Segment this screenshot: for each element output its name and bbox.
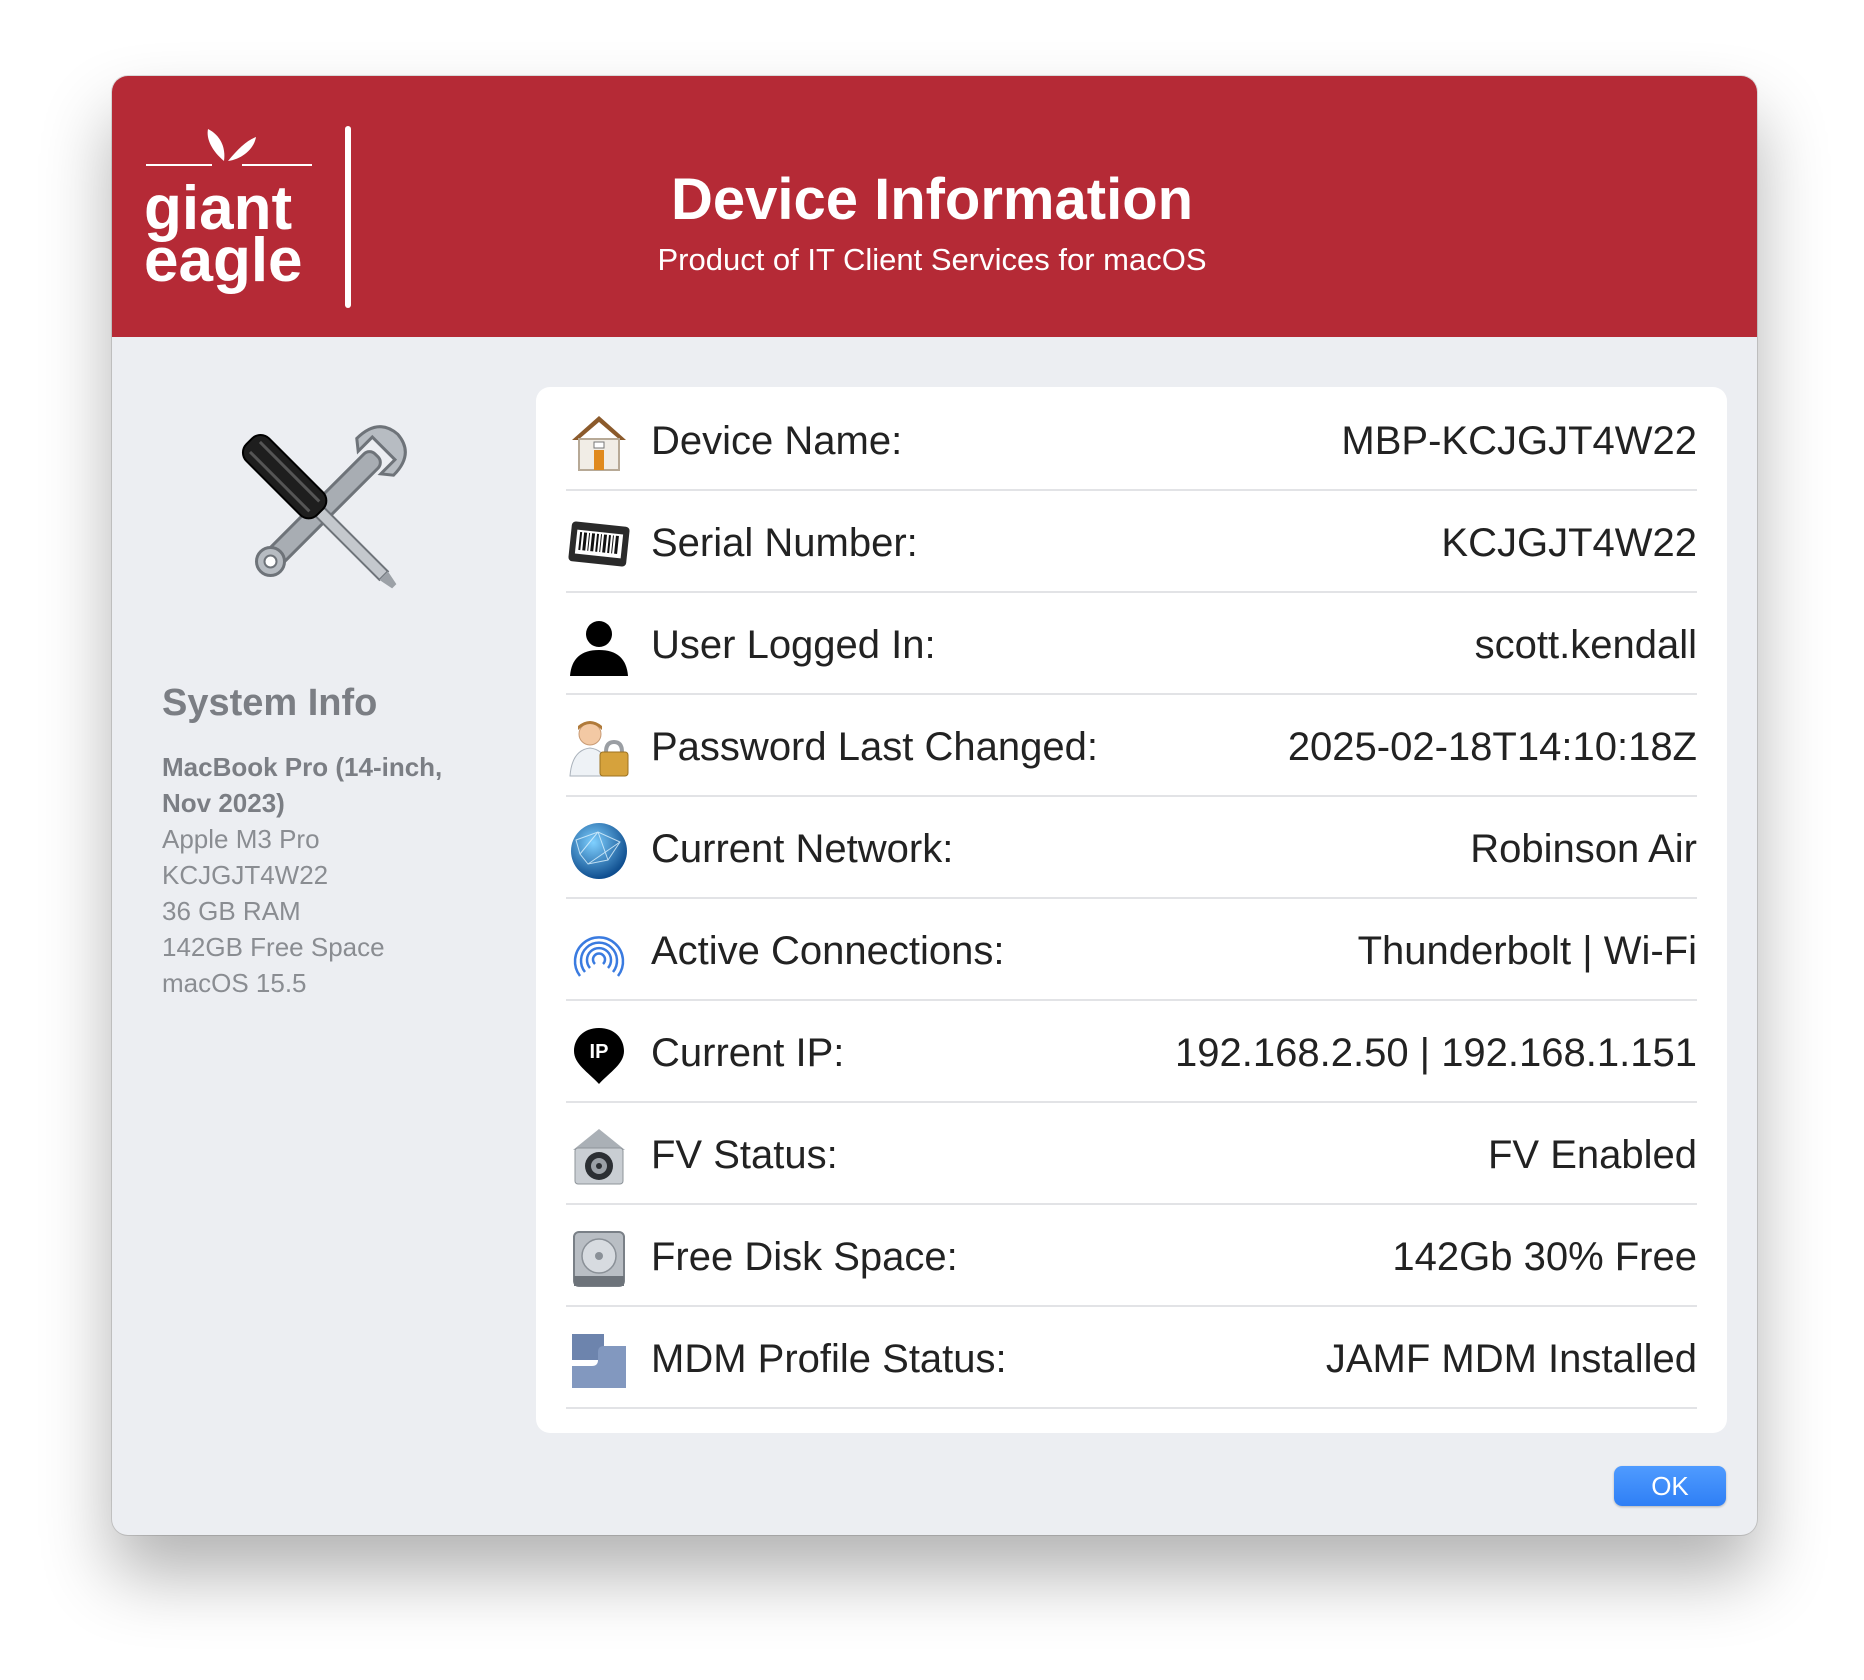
serial-number-label: Serial Number:	[651, 521, 918, 565]
serial-number-value: KCJGJT4W22	[1441, 521, 1697, 565]
active-connections-value: Thunderbolt | Wi-Fi	[1357, 929, 1697, 973]
current-network-label: Current Network:	[651, 827, 954, 871]
current-ip-value: 192.168.2.50 | 192.168.1.151	[1175, 1031, 1697, 1075]
spec-free-space: 142GB Free Space	[162, 932, 385, 962]
mdm-profile-status-label: MDM Profile Status:	[651, 1337, 1007, 1381]
user-logged-in-label: User Logged In:	[651, 623, 936, 667]
dialog-header: giant eagle Device Information Product o…	[112, 76, 1757, 337]
barcode-icon	[568, 521, 630, 567]
password-last-changed-label: Password Last Changed:	[651, 725, 1098, 769]
header-divider	[345, 126, 351, 308]
system-info-title: System Info	[162, 682, 378, 724]
device-name-label: Device Name:	[651, 419, 903, 463]
row-password-last-changed: Password Last Changed: 2025-02-18T14:10:…	[566, 693, 1697, 797]
row-fv-status: FV Status: FV Enabled	[566, 1101, 1697, 1205]
ok-button[interactable]: OK	[1614, 1466, 1726, 1506]
current-network-value: Robinson Air	[1470, 827, 1697, 871]
spec-os: macOS 15.5	[162, 968, 307, 998]
svg-text:eagle: eagle	[144, 226, 303, 295]
user-logged-in-value: scott.kendall	[1474, 623, 1697, 667]
svg-text:IP: IP	[590, 1041, 609, 1063]
ip-pin-icon: IP	[574, 1028, 624, 1084]
tools-icon	[241, 425, 407, 589]
user-icon	[570, 621, 628, 676]
globe-icon	[571, 823, 627, 879]
filevault-icon	[573, 1129, 625, 1185]
device-info-dialog: giant eagle Device Information Product o…	[112, 76, 1757, 1535]
mdm-profile-status-value: JAMF MDM Installed	[1325, 1337, 1697, 1381]
giant-eagle-logo: giant eagle	[144, 129, 312, 295]
fv-status-value: FV Enabled	[1487, 1133, 1697, 1177]
spec-chip: Apple M3 Pro	[162, 824, 320, 854]
active-connections-label: Active Connections:	[651, 929, 1005, 973]
row-active-connections: Active Connections: Thunderbolt | Wi-Fi	[566, 897, 1697, 1001]
user-lock-icon	[569, 721, 629, 777]
password-last-changed-value: 2025-02-18T14:10:18Z	[1287, 725, 1697, 769]
fv-status-label: FV Status:	[651, 1133, 838, 1177]
row-current-network: Current Network: Robinson Air	[566, 795, 1697, 899]
current-ip-label: Current IP:	[651, 1031, 845, 1075]
device-name-value: MBP-KCJGJT4W22	[1341, 419, 1697, 463]
row-free-disk-space: Free Disk Space: 142Gb 30% Free	[566, 1203, 1697, 1307]
spec-ram: 36 GB RAM	[162, 896, 301, 926]
free-disk-space-label: Free Disk Space:	[651, 1235, 958, 1279]
dialog-subtitle: Product of IT Client Services for macOS	[657, 242, 1207, 277]
hard-disk-icon	[573, 1231, 625, 1287]
airdrop-icon	[573, 936, 625, 977]
mdm-profile-icon	[572, 1334, 626, 1388]
model-name-line2: Nov 2023)	[162, 788, 285, 818]
house-icon	[572, 416, 626, 471]
row-user-logged-in: User Logged In: scott.kendall	[566, 591, 1697, 695]
row-current-ip: IP Current IP: 192.168.2.50 | 192.168.1.…	[566, 999, 1697, 1103]
row-mdm-profile-status: MDM Profile Status: JAMF MDM Installed	[566, 1305, 1697, 1409]
spec-serial: KCJGJT4W22	[162, 860, 329, 890]
row-serial-number: Serial Number: KCJGJT4W22	[566, 489, 1697, 593]
info-panel: Device Name: MBP-KCJGJT4W22 Serial Numbe…	[536, 387, 1727, 1433]
model-name-line1: MacBook Pro (14-inch,	[162, 752, 443, 782]
free-disk-space-value: 142Gb 30% Free	[1392, 1235, 1697, 1279]
row-device-name: Device Name: MBP-KCJGJT4W22	[566, 387, 1697, 491]
dialog-title: Device Information	[670, 167, 1194, 232]
